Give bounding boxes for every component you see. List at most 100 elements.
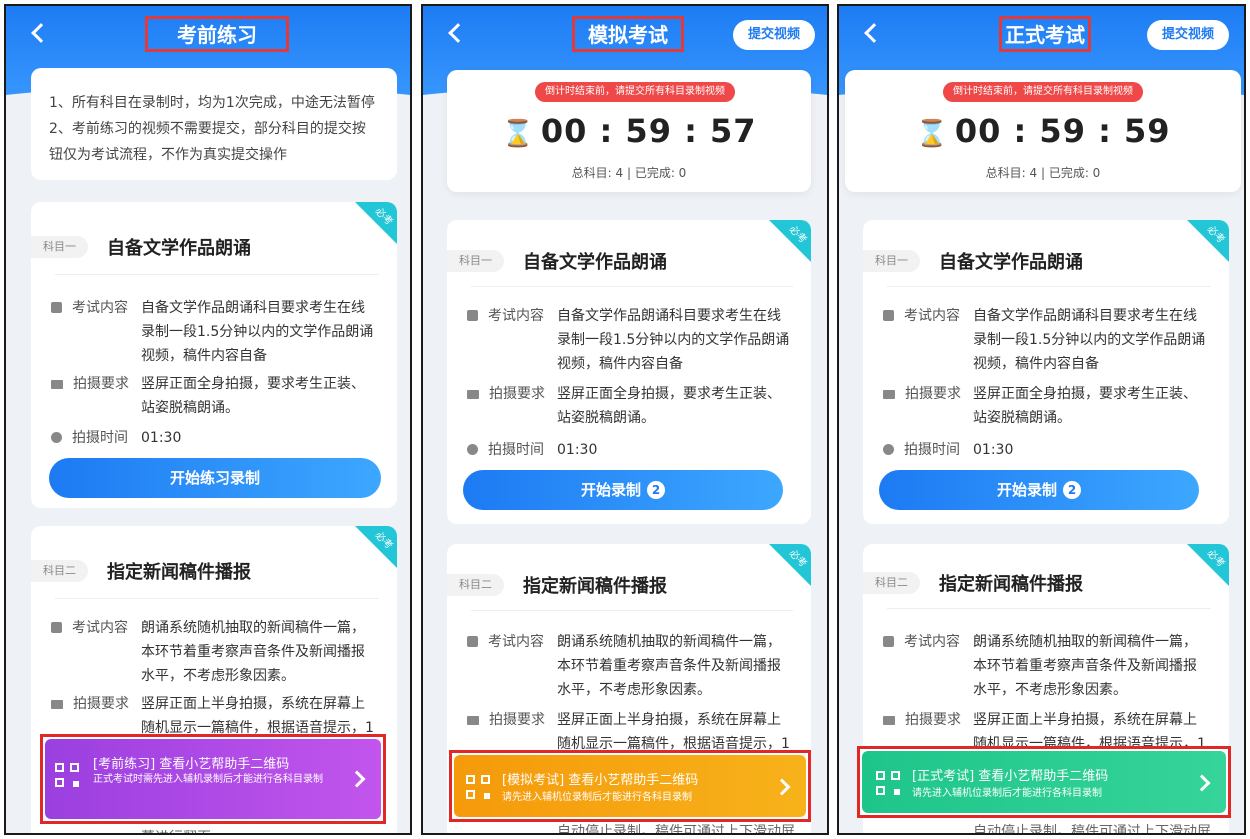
subject-tag: 科目一 <box>447 250 504 272</box>
instructions-note: 1、所有科目在录制时，均为1次完成，中途无法暂停 2、考前练习的视频不需要提交，… <box>31 68 397 180</box>
subject-title: 自备文学作品朗诵 <box>939 252 1083 273</box>
start-practice-button[interactable]: 开始练习录制 <box>49 458 381 498</box>
divider <box>55 598 379 599</box>
document-icon <box>467 310 478 321</box>
qr-code-icon <box>876 771 900 795</box>
subject-tag: 科目二 <box>863 572 920 594</box>
video-camera-icon <box>51 700 63 709</box>
shoot-label: 拍摄要求 <box>489 712 545 728</box>
time-value: 01:30 <box>557 442 598 458</box>
video-camera-icon <box>467 390 479 399</box>
content-label: 考试内容 <box>488 308 544 324</box>
subject-title: 指定新闻稿件播报 <box>107 562 251 583</box>
content-text: 朗诵系统随机抽取的新闻稿件一篇，本环节着重考察声音条件及新闻播报水平，不考虑形象… <box>973 634 1197 698</box>
video-camera-icon <box>467 716 479 725</box>
shoot-label: 拍摄要求 <box>905 712 961 728</box>
banner-background: [考前练习] 查看小艺帮助手二维码 正式考试时需先进入辅机录制后才能进行各科目录… <box>45 739 381 819</box>
banner-subtitle: 请先进入辅机位录制后才能进行各科目录制 <box>912 788 1102 799</box>
subject-title: 指定新闻稿件播报 <box>939 574 1083 595</box>
qr-banner[interactable]: [正式考试] 查看小艺帮助手二维码 请先进入辅机位录制后才能进行各科目录制 <box>857 746 1231 818</box>
document-icon <box>883 636 894 647</box>
time-label: 拍摄时间 <box>72 430 128 446</box>
shoot-label: 拍摄要求 <box>73 696 129 712</box>
subject-tag: 科目二 <box>31 560 88 582</box>
content-label: 考试内容 <box>904 634 960 650</box>
clock-icon <box>51 432 62 443</box>
content-label: 考试内容 <box>72 300 128 316</box>
page-title: 正式考试 <box>999 16 1091 52</box>
divider <box>471 610 793 611</box>
clock-icon <box>883 444 894 455</box>
recording-count-badge: 2 <box>1063 481 1081 499</box>
divider <box>471 286 793 287</box>
recording-count-badge: 2 <box>647 481 665 499</box>
shoot-label: 拍摄要求 <box>73 376 129 392</box>
back-arrow-icon[interactable] <box>861 18 881 46</box>
hourglass-icon: ⌛ <box>501 119 535 149</box>
clock-icon <box>467 444 478 455</box>
document-icon <box>51 622 62 633</box>
submit-video-button[interactable]: 提交视频 <box>733 20 815 50</box>
video-camera-icon <box>883 390 895 399</box>
subject-title: 自备文学作品朗诵 <box>523 252 667 273</box>
countdown-value: 00 : 59 : 59 <box>954 112 1171 150</box>
shoot-text: 竖屏正面全身拍摄，要求考生正装、站姿脱稿朗诵。 <box>557 386 781 426</box>
start-button-label: 开始录制 <box>996 481 1057 499</box>
start-recording-button[interactable]: 开始录制 2 <box>879 470 1199 510</box>
document-icon <box>467 636 478 647</box>
qr-banner[interactable]: [考前练习] 查看小艺帮助手二维码 正式考试时需先进入辅机录制后才能进行各科目录… <box>40 734 386 824</box>
document-icon <box>51 302 62 313</box>
countdown-hint: 倒计时结束前，请提交所有科目录制视频 <box>943 82 1143 102</box>
content-label: 考试内容 <box>72 620 128 636</box>
start-recording-button[interactable]: 开始录制 2 <box>463 470 783 510</box>
start-button-label: 开始练习录制 <box>169 469 260 487</box>
divider <box>887 286 1211 287</box>
back-arrow-icon[interactable] <box>445 18 465 46</box>
subject-card-1: 必考 科目一 自备文学作品朗诵 考试内容 自备文学作品朗诵科目要求考生在线录制一… <box>31 202 397 508</box>
banner-title: [模拟考试] 查看小艺帮助手二维码 <box>502 773 699 788</box>
time-value: 01:30 <box>141 430 182 446</box>
document-icon <box>883 310 894 321</box>
divider <box>887 608 1211 609</box>
countdown-value: 00 : 59 : 57 <box>540 112 757 150</box>
subject-title: 指定新闻稿件播报 <box>523 576 667 597</box>
subject-card-1: 必考 科目一 自备文学作品朗诵 考试内容 自备文学作品朗诵科目要求考生在线录制一… <box>447 220 811 524</box>
subject-card-1: 必考 科目一 自备文学作品朗诵 考试内容 自备文学作品朗诵科目要求考生在线录制一… <box>863 220 1229 524</box>
screen-formal-exam: 正式考试 提交视频 倒计时结束前，请提交所有科目录制视频 ⌛ 00 : 59 : … <box>837 4 1246 835</box>
content-label: 考试内容 <box>904 308 960 324</box>
screen-practice: 考前练习 1、所有科目在录制时，均为1次完成，中途无法暂停 2、考前练习的视频不… <box>4 4 412 835</box>
qr-banner[interactable]: [模拟考试] 查看小艺帮助手二维码 请先进入辅机位录制后才能进行各科目录制 <box>449 750 811 822</box>
chevron-right-icon <box>1193 774 1211 792</box>
time-label: 拍摄时间 <box>904 442 960 458</box>
time-value: 01:30 <box>973 442 1014 458</box>
time-label: 拍摄时间 <box>488 442 544 458</box>
banner-background: [正式考试] 查看小艺帮助手二维码 请先进入辅机位录制后才能进行各科目录制 <box>862 751 1226 813</box>
shoot-text: 竖屏正面全身拍摄，要求考生正装、站姿脱稿朗诵。 <box>141 376 365 416</box>
subject-tag: 科目二 <box>447 574 504 596</box>
shoot-text: 竖屏正面全身拍摄，要求考生正装、站姿脱稿朗诵。 <box>973 386 1197 426</box>
start-button-label: 开始录制 <box>580 481 641 499</box>
countdown-card: 倒计时结束前，请提交所有科目录制视频 ⌛ 00 : 59 : 57 总科目: 4 … <box>447 70 811 192</box>
content-label: 考试内容 <box>488 634 544 650</box>
countdown-card: 倒计时结束前，请提交所有科目录制视频 ⌛ 00 : 59 : 59 总科目: 4 … <box>845 70 1241 192</box>
subject-tag: 科目一 <box>31 236 88 258</box>
countdown-clock: ⌛ 00 : 59 : 59 <box>845 112 1241 150</box>
qr-code-icon <box>55 763 79 787</box>
extra-text: 自动停止录制。稿件可通过上下滑动屏 <box>973 824 1211 835</box>
banner-title: [正式考试] 查看小艺帮助手二维码 <box>912 769 1109 784</box>
submit-video-button[interactable]: 提交视频 <box>1147 20 1229 50</box>
note-line-2: 2、考前练习的视频不需要提交，部分科目的提交按钮仅为考试流程，不作为真实提交操作 <box>49 121 366 163</box>
banner-subtitle: 正式考试时需先进入辅机录制后才能进行各科目录制 <box>93 774 323 785</box>
content-text: 自备文学作品朗诵科目要求考生在线录制一段1.5分钟以内的文学作品朗诵视频，稿件内… <box>973 308 1206 372</box>
chevron-right-icon <box>773 778 791 796</box>
back-arrow-icon[interactable] <box>28 18 48 46</box>
page-title: 模拟考试 <box>572 16 684 52</box>
divider <box>55 274 379 275</box>
shoot-label: 拍摄要求 <box>905 386 961 402</box>
chevron-right-icon <box>348 770 366 788</box>
countdown-clock: ⌛ 00 : 59 : 57 <box>447 112 811 150</box>
content-text: 自备文学作品朗诵科目要求考生在线录制一段1.5分钟以内的文学作品朗诵视频，稿件内… <box>141 300 374 364</box>
video-camera-icon <box>883 716 895 725</box>
content-text: 自备文学作品朗诵科目要求考生在线录制一段1.5分钟以内的文学作品朗诵视频，稿件内… <box>557 308 790 372</box>
hourglass-icon: ⌛ <box>915 119 949 149</box>
